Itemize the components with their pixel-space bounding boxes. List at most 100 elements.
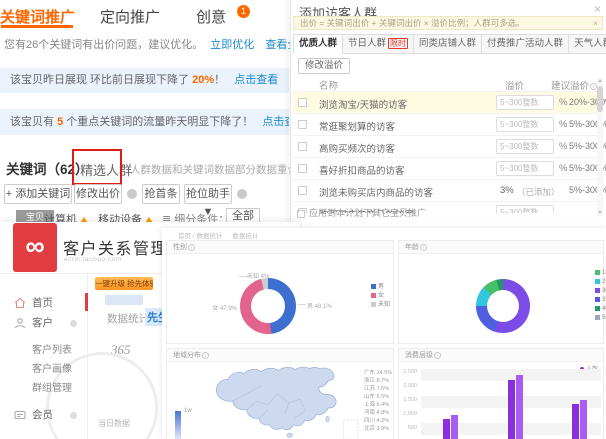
- infobar-text: 出价 = 关键词出价 + 关键词出价 × 溢价比例；人群可多选。: [300, 18, 525, 28]
- apply-checkbox[interactable]: [297, 210, 305, 218]
- scroll-down-icon[interactable]: ▼: [597, 210, 603, 216]
- sidebar-item-group-management[interactable]: 群组管理: [0, 380, 88, 398]
- list-item: 江苏 7.6%: [364, 385, 392, 393]
- tab-quality-crowd[interactable]: 优质人群: [293, 34, 343, 54]
- sidebar-item-customers[interactable]: 客户: [0, 314, 88, 332]
- rank-assistant-button[interactable]: 抢位助手 ▼: [184, 184, 232, 204]
- row-checkbox[interactable]: [298, 142, 307, 151]
- info-icon[interactable]: i: [590, 83, 597, 90]
- crowd-category-tabs: 优质人群 节日人群限时 同类店铺人群 付费推广活动人群 天气人群 人口属性人群: [293, 34, 605, 54]
- tab-keyword-promotion[interactable]: 关键词推广: [0, 6, 75, 27]
- row-checkbox[interactable]: [298, 186, 307, 195]
- tab-festival-crowd[interactable]: 节日人群限时: [342, 34, 414, 54]
- bar-group2-series2: [516, 375, 523, 439]
- grab-top-button[interactable]: 抢首条: [142, 184, 180, 204]
- apply-to-plan-option[interactable]: 应用到本计划下其它宝贝推广: [297, 206, 426, 219]
- crowd-name: 常逛聚划算的访客: [319, 119, 395, 133]
- limited-time-badge: 限时: [388, 38, 408, 49]
- view-account-bids-link[interactable]: 查看全账户出价: [265, 39, 290, 51]
- region-card: 地域分布i 1w 广东 14.5% 浙江 8.7% 江苏 7.6% 山东 6.5…: [166, 348, 394, 439]
- alert2-view-link[interactable]: 点击查看: [262, 116, 289, 128]
- date-filter-chip[interactable]: [105, 295, 143, 305]
- modify-bid-button[interactable]: 修改出价: [74, 184, 122, 204]
- sidebar-item-home[interactable]: 首页: [0, 294, 88, 312]
- legend-swatch: [595, 315, 600, 320]
- bar-chart-plot: [421, 369, 601, 439]
- percent-unit: %: [559, 119, 567, 130]
- infobar-close-icon[interactable]: ×: [593, 17, 598, 29]
- percent-unit: %: [559, 97, 567, 108]
- creative-badge: 1: [237, 5, 250, 18]
- scroll-up-icon[interactable]: ▲: [597, 78, 603, 84]
- visualmap-gradient-bar: [175, 411, 181, 439]
- analytics-panel: 首页 / 数据统计数据统计 性别i 未知 4% 男 48.1% 女 47.9% …: [162, 228, 606, 439]
- sidebar-label: 客户画像: [32, 361, 72, 379]
- notice-text: 您有26个关键词有出价问题，建议优化。: [4, 39, 203, 51]
- info-icon[interactable]: i: [202, 352, 209, 359]
- percent-unit: %: [559, 163, 567, 174]
- help-icon[interactable]: [127, 189, 137, 199]
- alert1-view-link[interactable]: 点击查看: [234, 74, 278, 86]
- sidebar-item-members[interactable]: 会员: [0, 406, 88, 424]
- tab-targeted-promotion[interactable]: 定向推广: [100, 6, 160, 27]
- add-keyword-button[interactable]: + 添加关键词: [4, 184, 72, 204]
- legend-swatch: [371, 302, 376, 307]
- tab-similar-shop-crowd[interactable]: 同类店铺人群: [413, 34, 482, 54]
- tab-paid-promo-crowd[interactable]: 付费推广活动人群: [481, 34, 569, 54]
- column-suggest: 建议溢价i: [551, 78, 597, 92]
- red-annotation-box: [72, 149, 122, 185]
- crm-domain: ecrm.taobao.com: [64, 256, 122, 263]
- info-icon[interactable]: i: [420, 244, 427, 251]
- list-item: 山东 6.5%: [364, 393, 392, 401]
- sidebar-label: 客户: [32, 314, 53, 332]
- legend-swatch: [595, 270, 600, 275]
- tab-creative[interactable]: 创意: [196, 6, 226, 27]
- crowd-name: 喜好折扣商品的访客: [319, 163, 405, 177]
- callout-female: 女 47.9%: [205, 303, 237, 312]
- collapse-dot-icon[interactable]: [70, 412, 77, 419]
- premium-input[interactable]: [496, 205, 554, 213]
- upgrade-banner-button[interactable]: 一键升级 抢先体验: [95, 277, 153, 290]
- optimize-now-link[interactable]: 立即优化: [210, 39, 254, 51]
- y-axis-tick: 1,500: [399, 397, 417, 403]
- china-map[interactable]: [197, 365, 367, 439]
- column-premium: 溢价: [505, 78, 524, 92]
- bar-group1-series2: [451, 415, 458, 439]
- sidebar-label: 客户列表: [32, 342, 72, 360]
- row-checkbox[interactable]: [298, 164, 307, 173]
- bid-formula-infobar: 出价 = 关键词出价 + 关键词出价 × 溢价比例；人群可多选。 ×: [293, 16, 603, 30]
- info-icon[interactable]: i: [434, 352, 441, 359]
- visualmap-max-label: 1w: [184, 408, 192, 414]
- breadcrumb-path: 首页 / 数据统计: [178, 233, 222, 240]
- premium-input[interactable]: [496, 117, 554, 132]
- sidebar-item-customer-profile[interactable]: 客户画像: [0, 361, 88, 379]
- home-icon: [14, 297, 26, 309]
- consumption-level-card: 消费层级i 人数 2,500 2,000 1,500 1,000 500: [398, 348, 604, 439]
- close-icon[interactable]: ×: [594, 2, 601, 16]
- scrollbar-thumb[interactable]: [597, 86, 603, 112]
- sidebar-item-customer-list[interactable]: 客户列表: [0, 342, 88, 360]
- table-row: 浏览淘宝/天猫的访客 % 20%-300%: [293, 91, 597, 113]
- crm-logo-icon: ∞: [13, 223, 57, 272]
- modify-premium-button[interactable]: 修改溢价: [298, 58, 350, 74]
- tab-weather-crowd[interactable]: 天气人群: [568, 34, 606, 54]
- info-icon[interactable]: i: [188, 244, 195, 251]
- bar-group2-series1: [508, 380, 515, 439]
- dialog-scrollbar[interactable]: ▲ ▼: [597, 78, 603, 216]
- premium-input[interactable]: [496, 161, 554, 176]
- row-checkbox[interactable]: [298, 98, 307, 107]
- hainan-island: [287, 433, 293, 437]
- screenshot-root: 关键词推广 定向推广 创意 1 您有26个关键词有出价问题，建议优化。 立即优化…: [0, 0, 606, 439]
- row-checkbox[interactable]: [298, 120, 307, 129]
- collapse-dot-icon[interactable]: [70, 320, 77, 327]
- age-donut-chart: [476, 279, 530, 333]
- premium-input[interactable]: [496, 139, 554, 154]
- help-icon[interactable]: [237, 189, 247, 199]
- legend-swatch: [595, 306, 600, 311]
- premium-input[interactable]: [496, 95, 554, 110]
- level-card-title: 消费层级i: [399, 349, 603, 362]
- taiwan-island: [326, 416, 329, 422]
- breadcrumb: 首页 / 数据统计数据统计: [168, 230, 258, 240]
- y-axis-tick: 2,500: [399, 369, 417, 375]
- table-row: 高购买频次的访客 % 5%-300%: [293, 135, 597, 157]
